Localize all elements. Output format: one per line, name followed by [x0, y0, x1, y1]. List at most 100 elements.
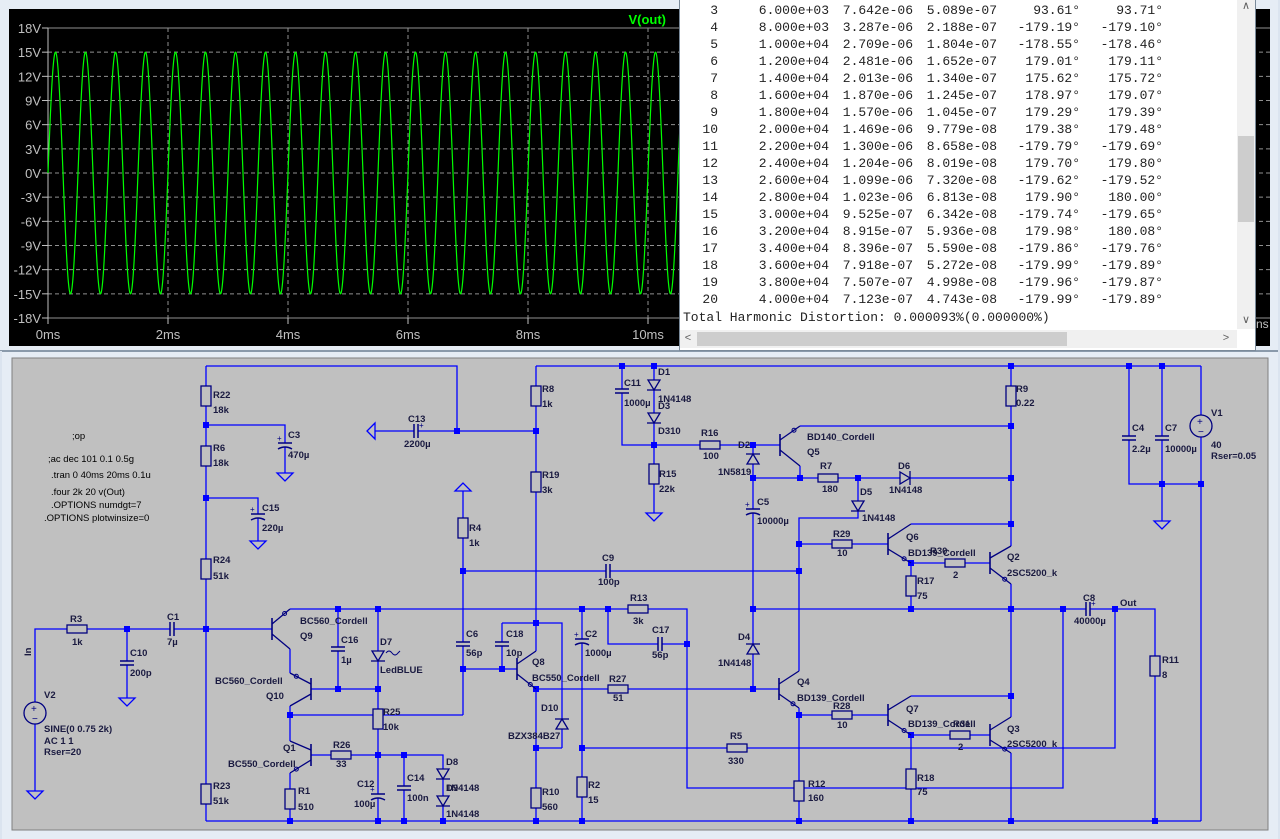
junction-dot	[797, 475, 803, 481]
value-label-c11: 1000µ	[624, 398, 651, 409]
ref-label-r18: R18	[917, 773, 934, 784]
resistor-r23[interactable]	[200, 783, 212, 805]
resistor-r22[interactable]	[200, 385, 212, 407]
vertical-scroll-thumb[interactable]	[1238, 136, 1254, 222]
junction-dot	[750, 606, 756, 612]
vertical-scrollbar[interactable]: ∧ ∨	[1237, 0, 1255, 329]
resistor-r8[interactable]	[530, 385, 542, 407]
junction-dot	[203, 422, 209, 428]
svg-text:+: +	[250, 505, 255, 514]
resistor-r11[interactable]	[1149, 655, 1161, 677]
capacitor-c7[interactable]	[1154, 435, 1170, 441]
resistor-r10[interactable]	[530, 787, 542, 809]
value-label-c8: 40000µ	[1074, 616, 1106, 627]
normalized-phase: -178.46°	[1100, 37, 1163, 52]
harmonic-number: 6	[710, 54, 718, 69]
value-label-c15: 220µ	[262, 523, 283, 534]
ref-label-q1: Q1	[283, 743, 296, 754]
resistor-r4[interactable]	[457, 517, 469, 539]
resistor-r9[interactable]	[1005, 385, 1017, 407]
value-label-c4: 2.2µ	[1132, 444, 1151, 455]
harmonic-number: 13	[702, 173, 718, 188]
schematic-window[interactable]: + + + + + + + + − + − ;op ;ac dec 101 0.1 0.5g .tran…	[2, 351, 1278, 839]
resistor-r30[interactable]	[944, 558, 966, 568]
value-label-r28: 10	[837, 720, 848, 731]
value-label-r9: 0.22	[1016, 398, 1035, 409]
resistor-r12[interactable]	[793, 780, 805, 802]
horizontal-scroll-thumb[interactable]	[697, 332, 1067, 346]
resistor-r17[interactable]	[905, 575, 917, 597]
value-label-c3: 470µ	[288, 450, 309, 461]
junction-dot	[1112, 606, 1118, 612]
resistor-r29[interactable]	[831, 539, 853, 549]
resistor-r26[interactable]	[330, 750, 352, 760]
ref-label-r7: R7	[820, 461, 832, 472]
voltage-source-v1[interactable]: +−	[1189, 414, 1213, 438]
capacitor-c10[interactable]	[119, 660, 135, 666]
harmonic-number: 15	[702, 207, 718, 222]
ref-label-q3: Q3	[1007, 724, 1020, 735]
ref-label-v1: V1	[1211, 408, 1223, 419]
ref-label-r6: R6	[213, 443, 225, 454]
value-label-q2: 2SC5200_k	[1007, 568, 1058, 579]
scroll-down-icon[interactable]: ∨	[1238, 313, 1254, 326]
ref-label-r5: R5	[730, 731, 743, 742]
resistor-r25[interactable]	[372, 708, 384, 730]
fourier-output-window[interactable]: 3 6.000e+03 7.642e-06 5.089e-07 93.61° 93.71°…	[679, 0, 1256, 351]
junction-dot	[908, 818, 914, 824]
junction-dot	[579, 606, 585, 612]
value-label-c16: 1µ	[341, 655, 352, 666]
resistor-r1[interactable]	[284, 788, 296, 810]
ref-label-d10: D10	[541, 703, 558, 714]
voltage-source-v2[interactable]: +−	[23, 701, 47, 725]
value-label-r26: 33	[336, 759, 347, 770]
junction-dot	[619, 363, 625, 369]
resistor-r31[interactable]	[949, 730, 971, 740]
horizontal-scrollbar[interactable]: < >	[680, 330, 1237, 348]
ref-label-q4: Q4	[797, 677, 810, 688]
capacitor-c6[interactable]	[455, 641, 471, 647]
ref-label-c14: C14	[407, 773, 425, 784]
junction-dot	[375, 686, 381, 692]
resistor-r27[interactable]	[607, 684, 629, 694]
capacitor-c16[interactable]	[330, 646, 346, 652]
junction-dot	[335, 686, 341, 692]
value-label-r19: 3k	[542, 485, 553, 496]
junction-dot	[401, 752, 407, 758]
capacitor-c14[interactable]	[396, 785, 412, 791]
ref-label-r16: R16	[701, 428, 718, 439]
resistor-r7[interactable]	[817, 473, 839, 483]
capacitor-c11[interactable]	[614, 388, 630, 394]
normalized-phase: 179.80°	[1108, 156, 1163, 171]
junction-dot	[1008, 693, 1014, 699]
capacitor-c1[interactable]	[169, 621, 175, 637]
resistor-r2[interactable]	[576, 776, 588, 798]
resistor-r16[interactable]	[699, 440, 721, 450]
scroll-right-icon[interactable]: >	[1218, 332, 1234, 344]
value-label-r17: 75	[917, 591, 928, 602]
resistor-r6[interactable]	[200, 445, 212, 467]
resistor-r15[interactable]	[648, 463, 660, 485]
ref-label-r24: R24	[213, 555, 231, 566]
ref-label-v2: V2	[44, 690, 56, 701]
resistor-r19[interactable]	[530, 471, 542, 493]
schematic-canvas[interactable]: ++++++++−+− ;op;ac dec 101 0.1 0.5g.tran…	[2, 352, 1278, 839]
resistor-r24[interactable]	[200, 558, 212, 580]
junction-dot	[1008, 818, 1014, 824]
ref-label-c10: C10	[130, 648, 147, 659]
capacitor-c4[interactable]	[1121, 435, 1137, 441]
y-tick-label: -3V	[21, 190, 42, 205]
spice-directive: .four 2k 20 v(Out)	[51, 487, 125, 498]
resistor-r3[interactable]	[66, 624, 88, 634]
scroll-left-icon[interactable]: <	[680, 332, 696, 344]
value-label-q10: BC560_Cordell	[215, 676, 283, 687]
resistor-r5[interactable]	[726, 743, 748, 753]
capacitor-c18[interactable]	[494, 641, 510, 647]
resistor-r13[interactable]	[627, 604, 649, 614]
scroll-up-icon[interactable]: ∧	[1238, 0, 1254, 12]
x-tick-label: 4ms	[276, 327, 301, 342]
ref-label-d5: D5	[860, 487, 873, 498]
resistor-r18[interactable]	[905, 768, 917, 790]
ref-label-c17: C17	[652, 625, 669, 636]
resistor-r28[interactable]	[831, 710, 853, 720]
